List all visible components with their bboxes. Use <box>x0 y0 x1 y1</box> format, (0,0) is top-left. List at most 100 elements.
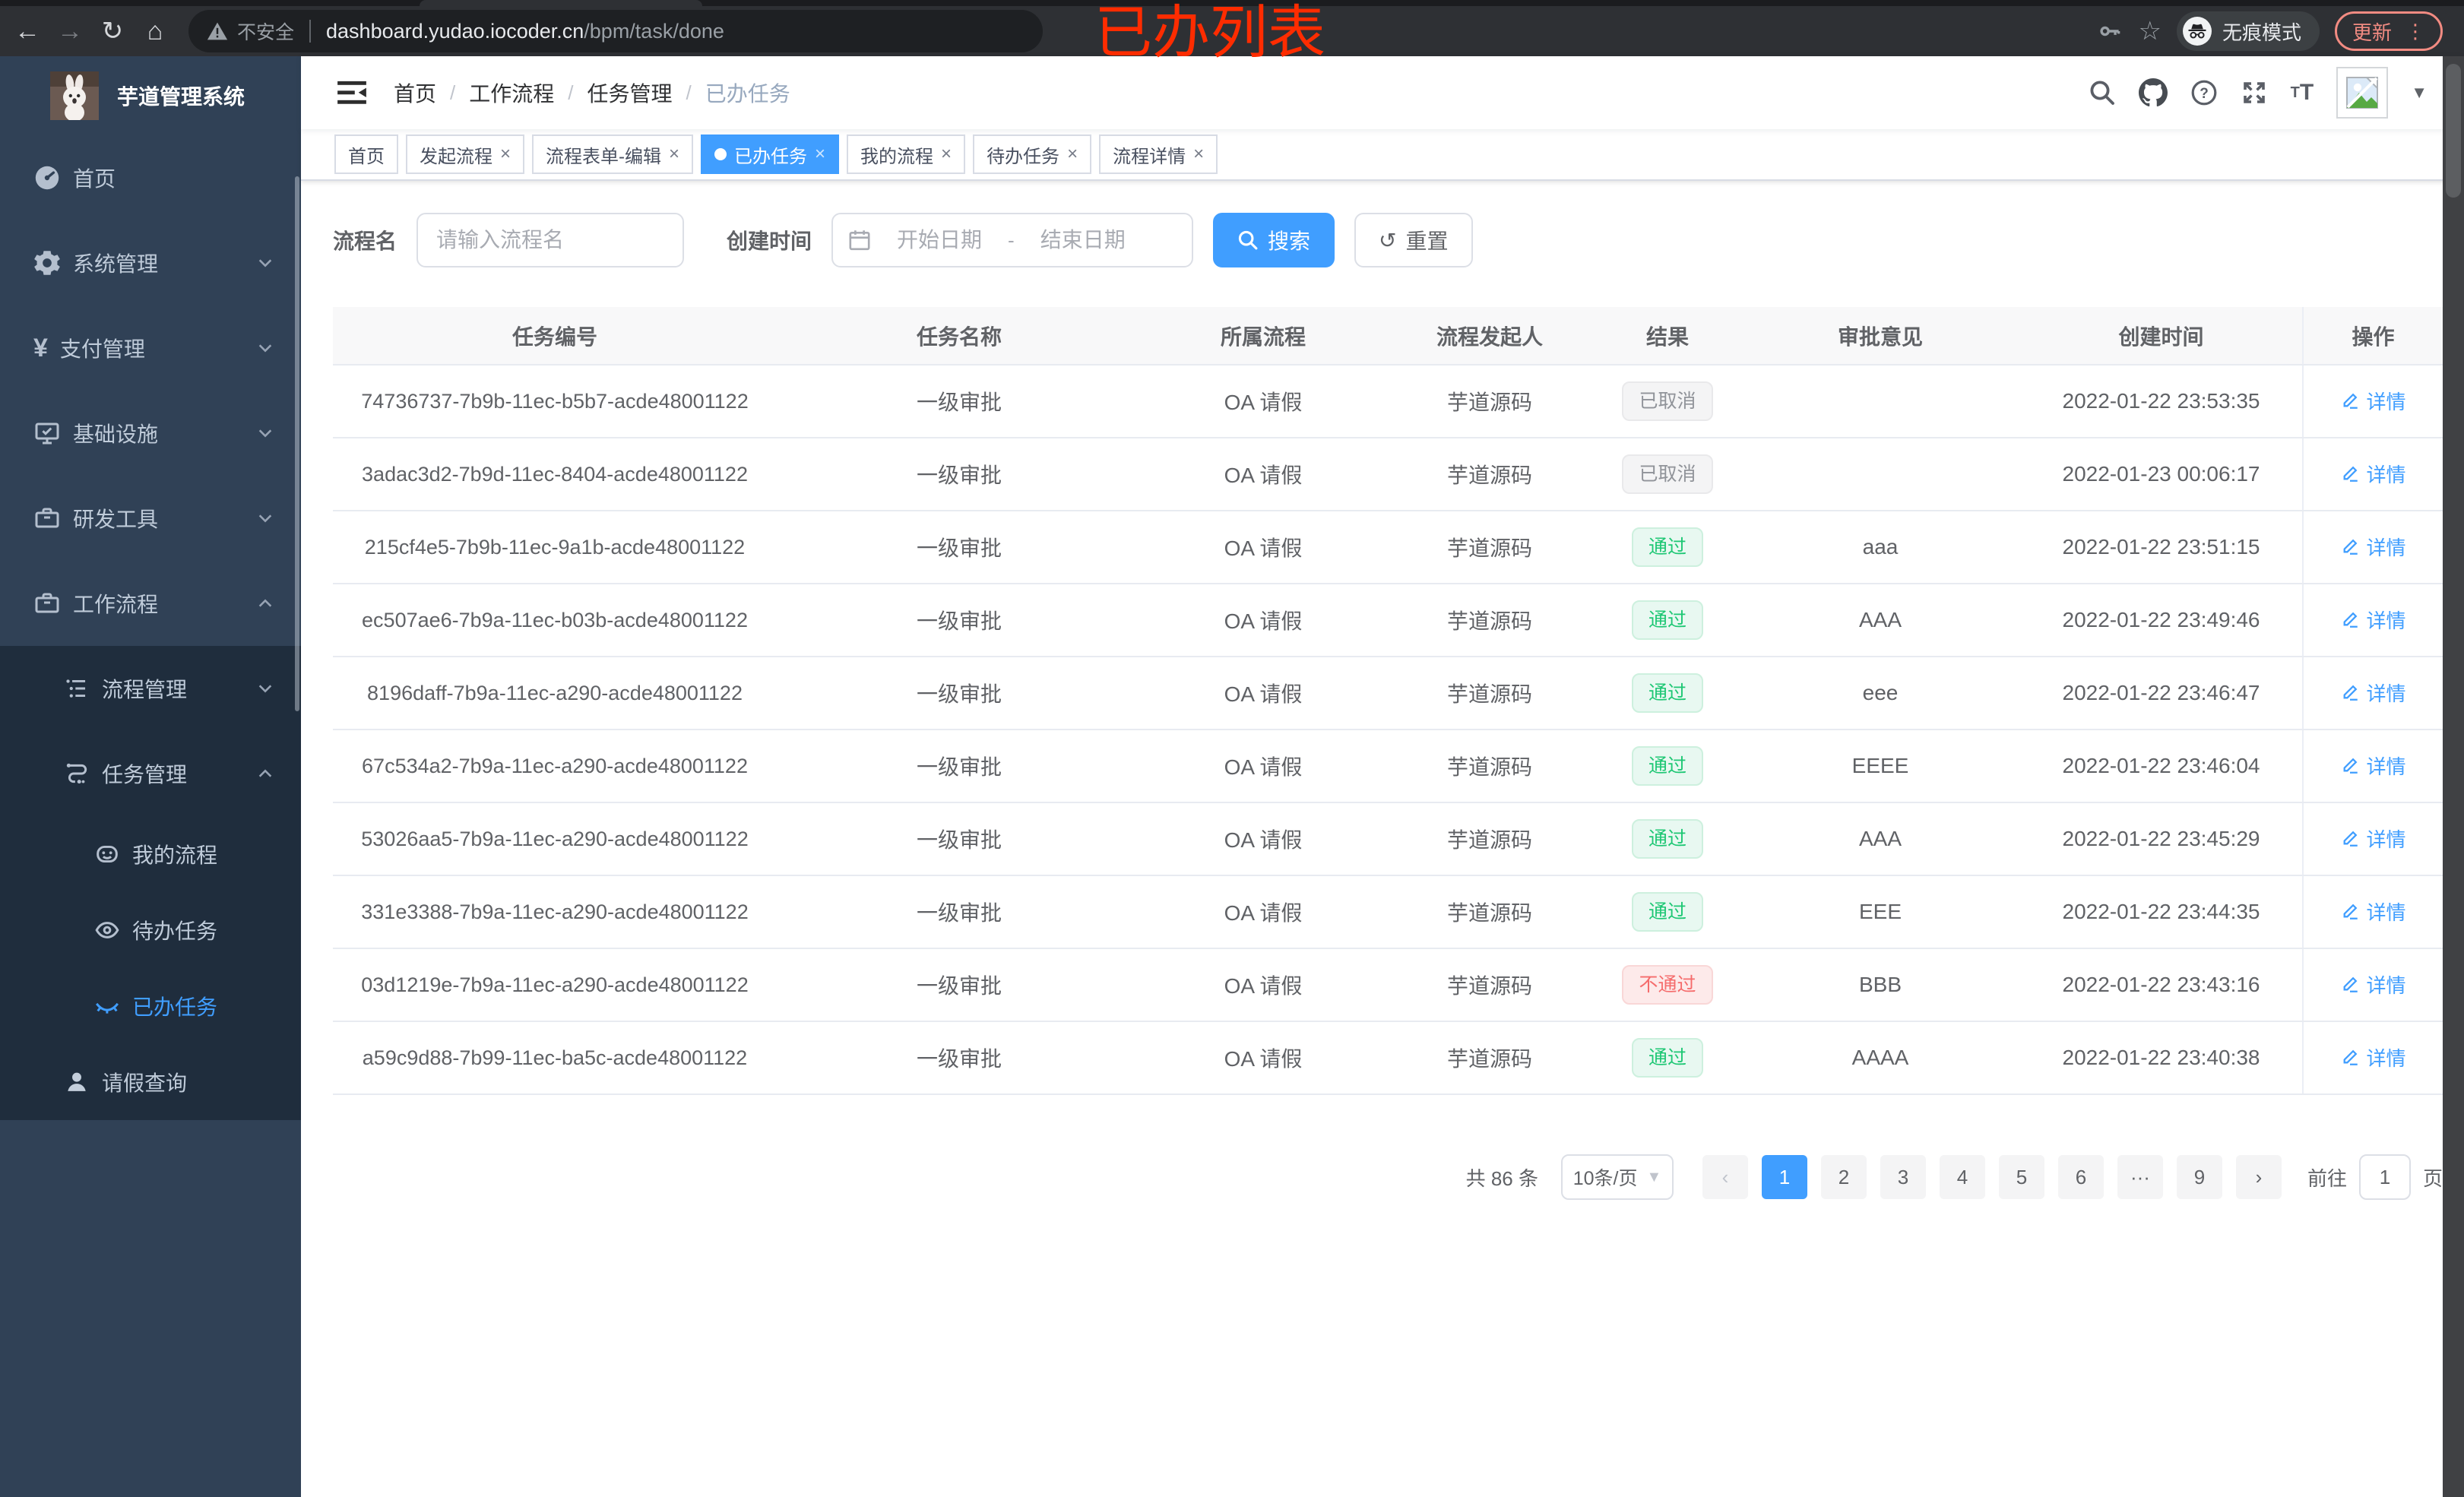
edit-pen-icon <box>2344 831 2358 847</box>
github-icon[interactable] <box>2138 78 2168 107</box>
sidebar-item-payment[interactable]: ¥ 支付管理 <box>0 305 301 391</box>
sidebar-item-todo-tasks[interactable]: 待办任务 <box>0 892 301 968</box>
tab-home[interactable]: 首页 <box>334 135 398 174</box>
breadcrumb-task-management[interactable]: 任务管理 <box>587 78 673 108</box>
search-icon[interactable] <box>2089 79 2116 106</box>
search-button[interactable]: 搜索 <box>1213 213 1335 267</box>
sidebar-item-system[interactable]: 系统管理 <box>0 220 301 305</box>
reset-button[interactable]: ↺ 重置 <box>1354 213 1473 267</box>
edit-pen-icon <box>2344 685 2358 701</box>
close-icon[interactable]: × <box>815 144 825 165</box>
browser-home-button[interactable]: ⌂ <box>134 10 176 52</box>
page-button-5[interactable]: 5 <box>1998 1155 2044 1199</box>
tab-my-process[interactable]: 我的流程 × <box>847 135 966 174</box>
page-button-6[interactable]: 6 <box>2057 1155 2104 1199</box>
sidebar-item-done-tasks[interactable]: 已办任务 <box>0 968 301 1044</box>
page-size-select[interactable]: 10条/页 ▼ <box>1560 1154 1674 1200</box>
browser-back-button[interactable]: ← <box>6 10 49 52</box>
sidebar-item-process-management[interactable]: 流程管理 <box>0 646 301 731</box>
window-scrollbar-thumb[interactable] <box>2446 64 2461 198</box>
close-icon[interactable]: × <box>941 144 952 165</box>
prev-page-button[interactable]: ‹ <box>1702 1155 1748 1199</box>
tab-todo-tasks[interactable]: 待办任务 × <box>973 135 1092 174</box>
process-name-input[interactable] <box>416 213 685 267</box>
page-button-3[interactable]: 3 <box>1880 1155 1926 1199</box>
close-icon[interactable]: × <box>1067 144 1078 165</box>
bookmark-star-icon[interactable]: ☆ <box>2138 16 2161 46</box>
sidebar-logo-row[interactable]: 芋道管理系统 <box>0 56 301 135</box>
help-icon[interactable]: ? <box>2190 79 2218 106</box>
tab-form-edit[interactable]: 流程表单-编辑 × <box>532 135 694 174</box>
tab-start-process[interactable]: 发起流程 × <box>406 135 525 174</box>
update-label: 更新 <box>2352 21 2392 44</box>
close-icon[interactable]: × <box>1193 144 1204 165</box>
detail-link[interactable]: 详情 <box>2340 387 2406 415</box>
sidebar-item-dev-tools[interactable]: 研发工具 <box>0 476 301 561</box>
incognito-label: 无痕模式 <box>2222 21 2301 44</box>
detail-link[interactable]: 详情 <box>2340 752 2406 780</box>
chevron-up-icon <box>258 769 272 777</box>
table-row: 3adac3d2-7b9d-11ec-8404-acde48001122 一级审批… <box>333 438 2443 511</box>
password-key-icon[interactable] <box>2097 18 2123 44</box>
sidebar-item-label: 请假查询 <box>102 1071 188 1095</box>
address-bar[interactable]: 不安全 dashboard.yudao.iocoder.cn/bpm/task/… <box>188 10 1043 52</box>
breadcrumb-home[interactable]: 首页 <box>394 78 436 108</box>
start-date-input[interactable] <box>880 228 999 252</box>
sidebar-item-my-process[interactable]: 我的流程 <box>0 816 301 892</box>
close-icon[interactable]: × <box>669 144 679 165</box>
col-result: 结果 <box>1595 307 1740 366</box>
detail-link[interactable]: 详情 <box>2340 679 2406 707</box>
avatar[interactable] <box>2336 67 2389 119</box>
status-badge: 通过 <box>1631 892 1703 932</box>
page-button-9[interactable]: 9 <box>2176 1155 2222 1199</box>
goto-page-input[interactable] <box>2358 1154 2411 1200</box>
end-date-input[interactable] <box>1023 228 1142 252</box>
detail-link[interactable]: 详情 <box>2340 606 2406 634</box>
next-page-button[interactable]: › <box>2235 1155 2282 1199</box>
sidebar-item-label: 流程管理 <box>102 678 188 701</box>
detail-link[interactable]: 详情 <box>2340 460 2406 488</box>
detail-link[interactable]: 详情 <box>2340 897 2406 926</box>
fullscreen-icon[interactable] <box>2241 79 2268 106</box>
edit-pen-icon <box>2344 612 2358 628</box>
table-row: a59c9d88-7b99-11ec-ba5c-acde48001122 一级审批… <box>333 1021 2443 1095</box>
detail-link[interactable]: 详情 <box>2340 1043 2406 1071</box>
col-action: 操作 <box>2302 307 2443 366</box>
tab-done-tasks[interactable]: 已办任务 × <box>701 135 840 174</box>
detail-link[interactable]: 详情 <box>2340 824 2406 853</box>
font-size-icon[interactable]: TT <box>2291 81 2314 104</box>
edit-pen-icon <box>2344 758 2358 774</box>
sidebar-item-label: 我的流程 <box>132 843 218 867</box>
page-button-2[interactable]: 2 <box>1820 1155 1867 1199</box>
workflow-submenu: 流程管理 任务管理 我的流程 待办任务 已办任务 请假查询 <box>0 646 301 1120</box>
browser-menu-kebab-icon[interactable]: ⋮ <box>2405 20 2425 43</box>
page-button-1[interactable]: 1 <box>1761 1155 1807 1199</box>
sidebar-item-workflow[interactable]: 工作流程 <box>0 561 301 646</box>
tab-process-detail[interactable]: 流程详情 × <box>1099 135 1218 174</box>
sidebar-item-leave-query[interactable]: 请假查询 <box>0 1044 301 1120</box>
browser-reload-button[interactable]: ↻ <box>91 10 134 52</box>
breadcrumb-workflow[interactable]: 工作流程 <box>469 78 554 108</box>
sidebar-item-label: 待办任务 <box>132 919 218 943</box>
chevron-down-icon <box>258 259 272 267</box>
sidebar-collapse-icon[interactable] <box>337 80 366 106</box>
sidebar-item-home[interactable]: 首页 <box>0 135 301 220</box>
content: 流程名 创建时间 - 搜索 ↺ <box>301 181 2464 1497</box>
sidebar-item-infrastructure[interactable]: 基础设施 <box>0 391 301 476</box>
detail-link[interactable]: 详情 <box>2340 970 2406 999</box>
date-range-picker[interactable]: - <box>831 213 1194 267</box>
col-process: 所属流程 <box>1142 307 1385 366</box>
sidebar-item-task-management[interactable]: 任务管理 <box>0 731 301 816</box>
close-icon[interactable]: × <box>500 144 511 165</box>
page-ellipsis[interactable]: ··· <box>2117 1155 2163 1199</box>
detail-link[interactable]: 详情 <box>2340 533 2406 561</box>
sidebar-scrollbar-thumb[interactable] <box>295 176 299 711</box>
window-scrollbar[interactable] <box>2443 56 2464 1497</box>
browser-update-button[interactable]: 更新 ⋮ <box>2334 11 2443 51</box>
col-create-time: 创建时间 <box>2020 307 2303 366</box>
browser-forward-button[interactable]: → <box>49 10 91 52</box>
table-row: 215cf4e5-7b9b-11ec-9a1b-acde48001122 一级审批… <box>333 511 2443 584</box>
page-button-4[interactable]: 4 <box>1939 1155 1985 1199</box>
avatar-dropdown-caret-icon[interactable]: ▼ <box>2411 83 2428 103</box>
sidebar-item-label: 首页 <box>73 167 116 191</box>
